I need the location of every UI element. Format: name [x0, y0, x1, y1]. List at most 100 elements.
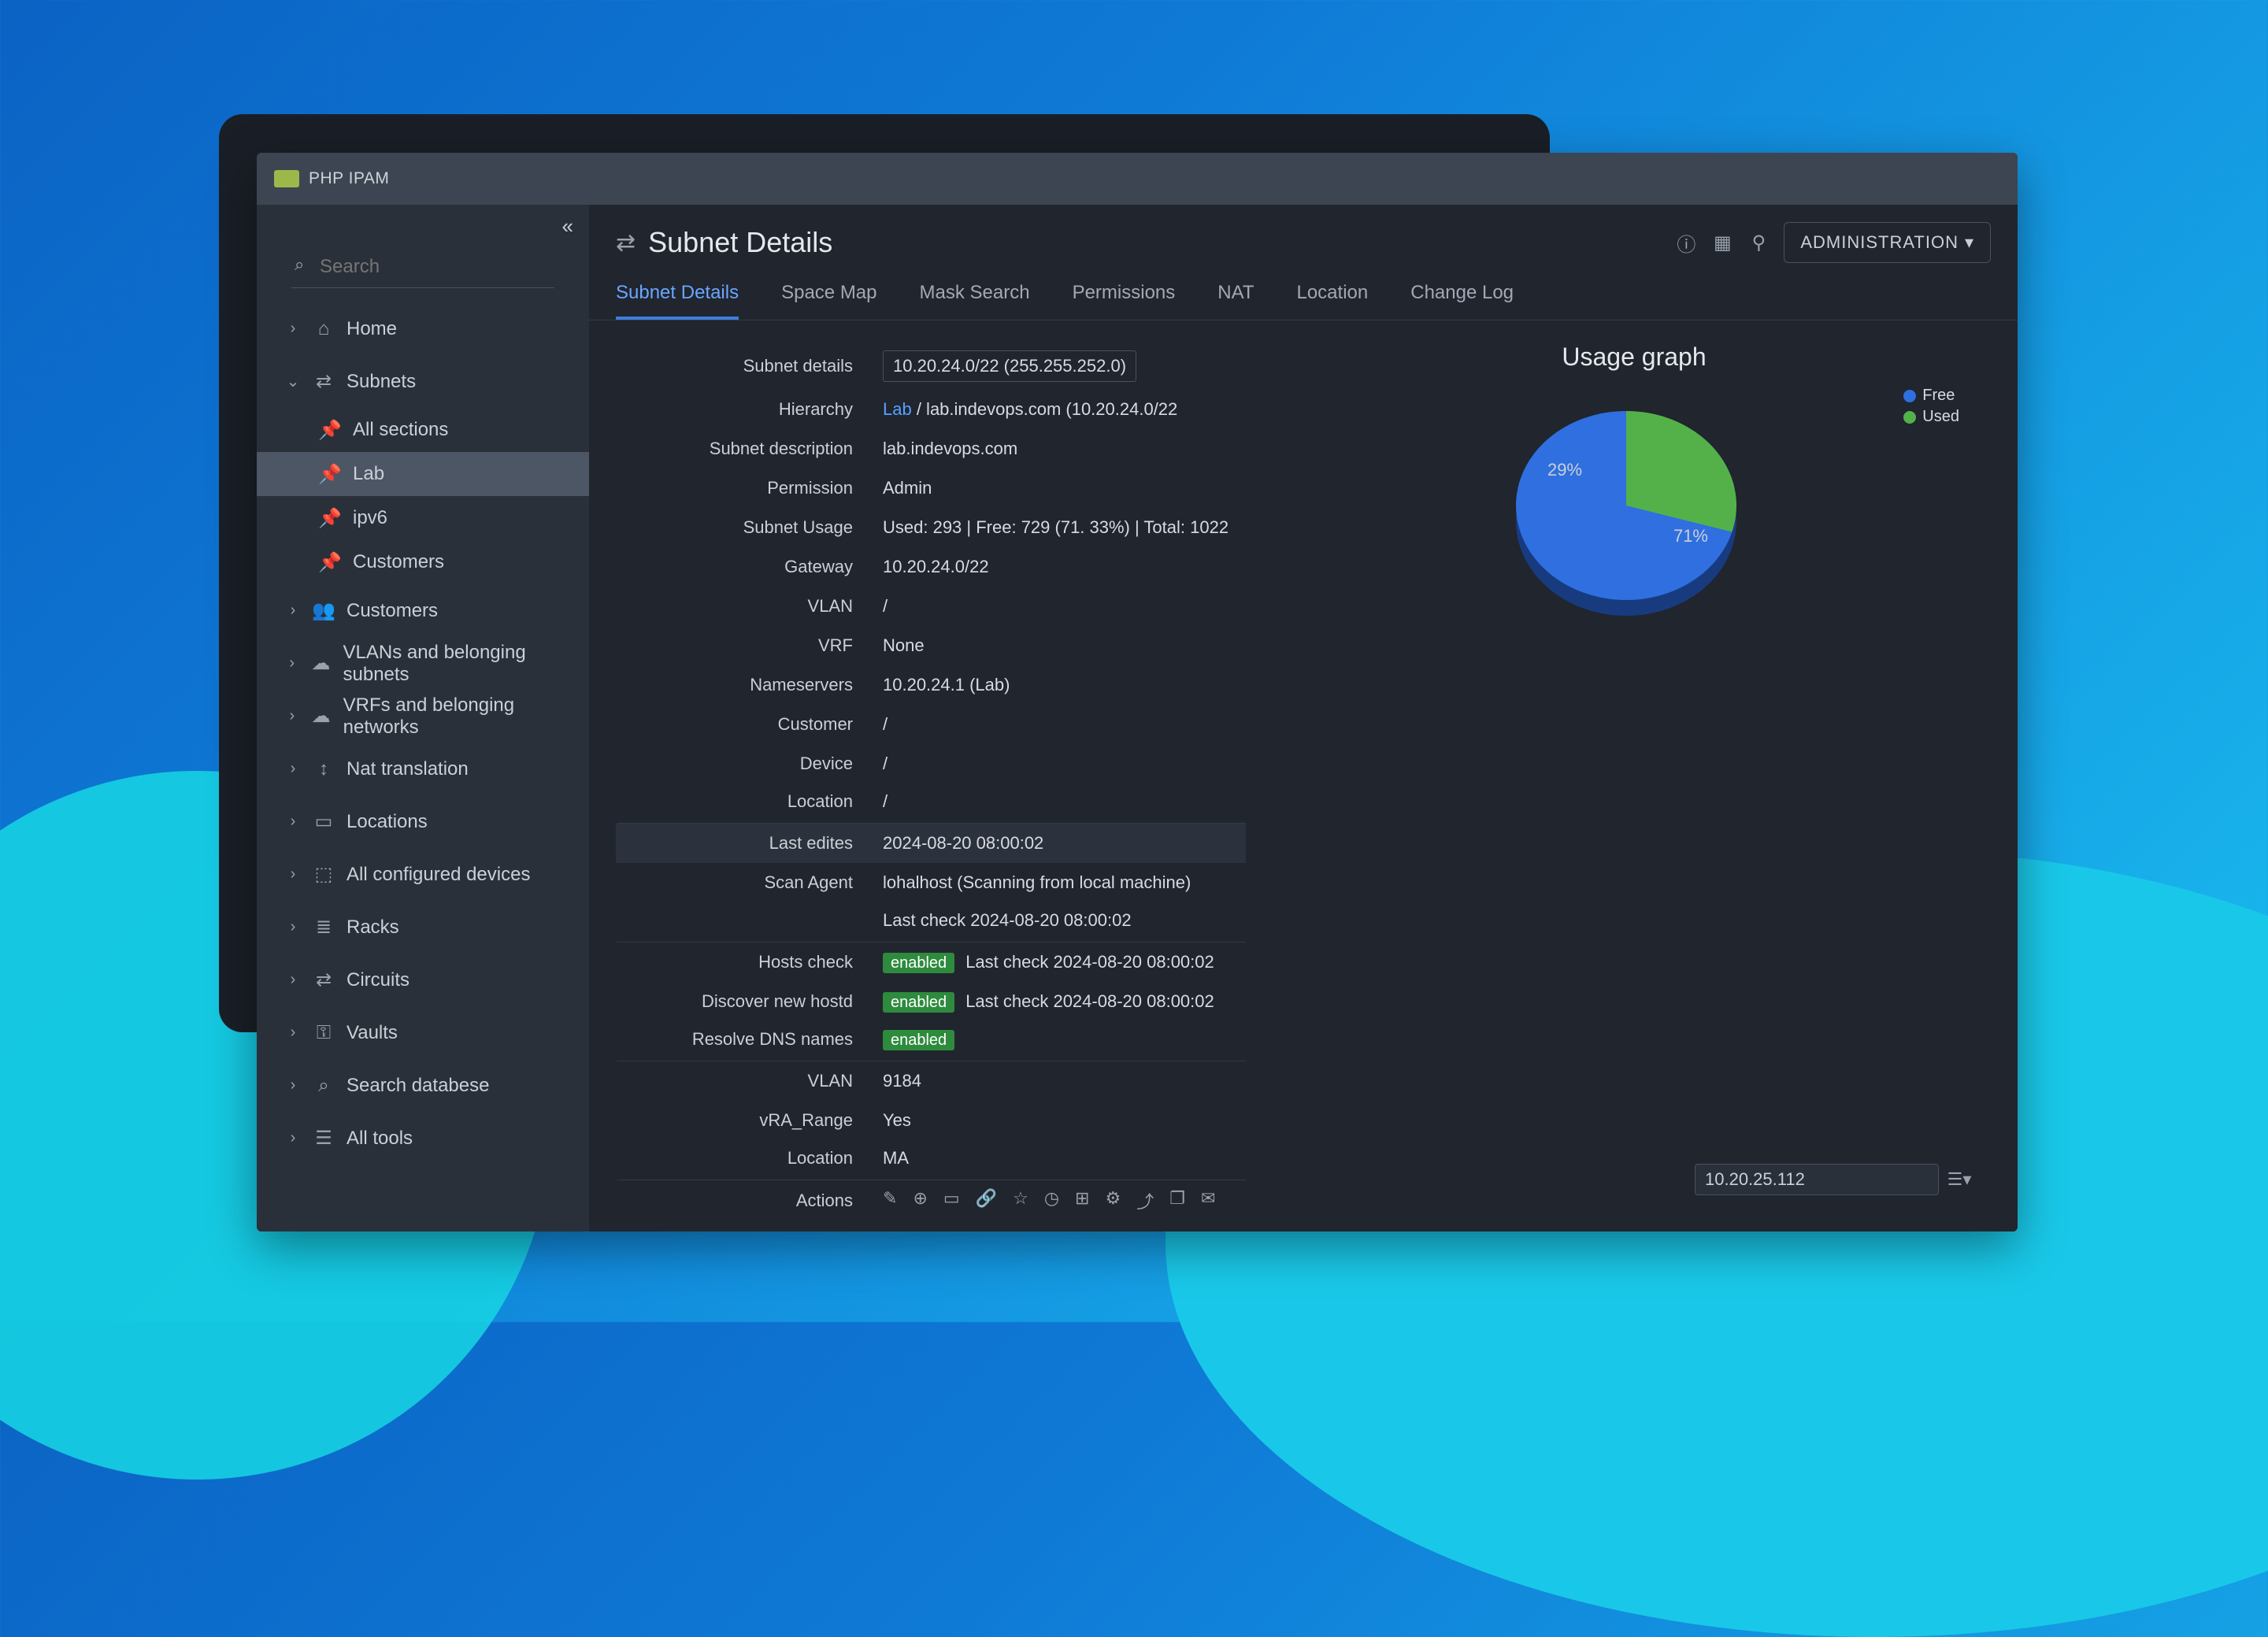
administration-label: ADMINISTRATION — [1800, 232, 1959, 253]
add-square-icon[interactable]: ⊞ — [1075, 1188, 1089, 1213]
detail-row: LocationMA — [616, 1140, 1246, 1180]
detail-label: vRA_Range — [618, 1110, 872, 1131]
detail-value: 10.20.24.0/22 (255.255.252.0) — [872, 343, 1246, 390]
nav-icon: ☁ — [312, 705, 331, 728]
nav-icon: ⇄ — [313, 968, 334, 991]
administration-button[interactable]: ADMINISTRATION ▾ — [1784, 222, 1991, 263]
nav-label: Search databese — [346, 1075, 489, 1097]
nav-icon: 📌 — [320, 463, 340, 486]
detail-row: Device/ — [616, 744, 1246, 783]
sidebar-item-nat-translation[interactable]: ›↕Nat translation — [257, 743, 589, 795]
sidebar-item-ipv6[interactable]: 📌ipv6 — [257, 496, 589, 540]
free-pct-label: 71% — [1673, 526, 1708, 546]
sidebar-collapse-button[interactable]: « — [547, 211, 589, 250]
sidebar-item-vaults[interactable]: ›⚿Vaults — [257, 1006, 589, 1059]
nav-label: ipv6 — [353, 507, 387, 529]
sidebar-item-search-databese[interactable]: ›⌕Search databese — [257, 1059, 589, 1112]
detail-row: Discover new hostdenabledLast check 2024… — [616, 982, 1246, 1021]
sidebar-item-racks[interactable]: ›≣Racks — [257, 901, 589, 954]
detail-label: Subnet details — [618, 356, 872, 376]
main-panel: ⇄ Subnet Details ⓘ ▦ ⚲ ADMINISTRATION ▾ … — [589, 205, 2018, 1231]
detail-value: None — [872, 628, 1246, 664]
sidebar-item-lab[interactable]: 📌Lab — [257, 452, 589, 496]
search-input[interactable] — [291, 250, 554, 288]
search-icon: ⌕ — [295, 254, 304, 275]
used-pct-label: 29% — [1547, 460, 1582, 480]
sidebar-item-subnets[interactable]: ⌄⇄Subnets — [257, 355, 589, 408]
nav-icon: ↕ — [313, 758, 334, 780]
app-window: PHP IPAM « ⌕ › ⌂ Home ⌄⇄Subnets📌All section… — [257, 153, 2018, 1231]
ip-address-input[interactable] — [1695, 1164, 1939, 1195]
chevron-right-icon: › — [285, 1024, 301, 1042]
sidebar-item-vlans-and-belonging-subnets[interactable]: ›☁VLANs and belonging subnets — [257, 637, 589, 690]
nav-label: Circuits — [346, 969, 410, 991]
detail-value: / — [872, 746, 1246, 782]
titlebar: PHP IPAM — [257, 153, 2018, 205]
nav-icon: ⬚ — [313, 863, 334, 886]
nav-label: Locations — [346, 811, 428, 833]
legend-item: Free — [1903, 387, 1959, 405]
detail-value: / — [872, 783, 1246, 820]
nav-label: VRFs and belonging networks — [343, 694, 565, 739]
sidebar-item-all-sections[interactable]: 📌All sections — [257, 408, 589, 452]
qr-icon[interactable]: ▦ — [1711, 231, 1733, 254]
sidebar: « ⌕ ›⌂Home⌄⇄Subnets📌All sections📌Lab📌ipv… — [257, 205, 589, 1231]
nav-icon: ⌕ — [313, 1075, 334, 1097]
tab-mask-search[interactable]: Mask Search — [920, 282, 1030, 320]
view-toggle-button[interactable]: ☰▾ — [1944, 1164, 1975, 1195]
gear-icon[interactable]: ⚙ — [1105, 1188, 1121, 1213]
sidebar-item-vrfs-and-belonging-networks[interactable]: ›☁VRFs and belonging networks — [257, 690, 589, 743]
hierarchy-link[interactable]: Lab — [883, 399, 912, 419]
nav-icon: ⚿ — [313, 1022, 334, 1044]
detail-label: VRF — [618, 635, 872, 656]
app-logo — [274, 170, 299, 187]
detail-label: Location — [618, 1148, 872, 1168]
mail-icon[interactable]: ✉ — [1201, 1188, 1215, 1213]
detail-row: VLAN9184 — [616, 1061, 1246, 1101]
detail-label: Last edites — [618, 833, 872, 854]
detail-value: Yes — [872, 1102, 1246, 1139]
key-icon[interactable]: ⚲ — [1747, 231, 1770, 254]
nav-label: Racks — [346, 917, 399, 939]
card-icon[interactable]: ▭ — [943, 1188, 960, 1213]
plus-circle-icon[interactable]: ⊕ — [913, 1188, 927, 1213]
pencil-icon[interactable]: ✎ — [883, 1188, 897, 1213]
tab-subnet-details[interactable]: Subnet Details — [616, 282, 739, 320]
detail-value: lohalhost (Scanning from local machine) — [872, 865, 1246, 901]
clock-icon[interactable]: ◷ — [1044, 1188, 1059, 1213]
status-badge: enabled — [883, 992, 954, 1013]
status-badge: enabled — [883, 1030, 954, 1050]
detail-label: Customer — [618, 714, 872, 735]
sidebar-item-home[interactable]: ›⌂Home — [257, 302, 589, 355]
detail-value: MA — [872, 1140, 1246, 1176]
detail-label: Nameservers — [618, 675, 872, 695]
info-icon[interactable]: ⓘ — [1675, 231, 1697, 254]
tab-permissions[interactable]: Permissions — [1073, 282, 1176, 320]
export-icon[interactable]: ⤴ — [1136, 1188, 1154, 1213]
sidebar-item-all-tools[interactable]: ›☰All tools — [257, 1112, 589, 1165]
detail-value: 10.20.24.0/22 — [872, 549, 1246, 585]
nav-icon: ⌂ — [313, 318, 334, 340]
tab-location[interactable]: Location — [1296, 282, 1368, 320]
link-icon[interactable]: 🔗 — [976, 1188, 997, 1213]
sidebar-item-circuits[interactable]: ›⇄Circuits — [257, 954, 589, 1006]
chevron-right-icon: › — [285, 813, 301, 831]
tab-nat[interactable]: NAT — [1217, 282, 1254, 320]
nav-label: Customers — [353, 551, 444, 573]
usage-graph: Usage graph FreeUsed 29% 71% ☰▾ — [1277, 343, 1991, 1209]
detail-value: Used: 293 | Free: 729 (71. 33%) | Total:… — [872, 509, 1246, 546]
legend-item: Used — [1903, 408, 1959, 426]
nav-icon: ▭ — [313, 810, 334, 833]
sidebar-item-customers[interactable]: 📌Customers — [257, 540, 589, 584]
tab-space-map[interactable]: Space Map — [781, 282, 876, 320]
chevron-right-icon: › — [285, 654, 299, 672]
app-name: PHP IPAM — [309, 169, 389, 188]
detail-label: Subnet description — [618, 439, 872, 459]
sidebar-item-locations[interactable]: › ▭ Locations — [257, 795, 589, 848]
tab-change-log[interactable]: Change Log — [1410, 282, 1514, 320]
sidebar-item-customers[interactable]: ›👥Customers — [257, 584, 589, 637]
sidebar-item-all-configured-devices[interactable]: ›⬚All configured devices — [257, 848, 589, 901]
window-icon[interactable]: ❐ — [1169, 1188, 1185, 1213]
star-icon[interactable]: ☆ — [1013, 1188, 1028, 1213]
nav-label: Home — [346, 318, 397, 340]
